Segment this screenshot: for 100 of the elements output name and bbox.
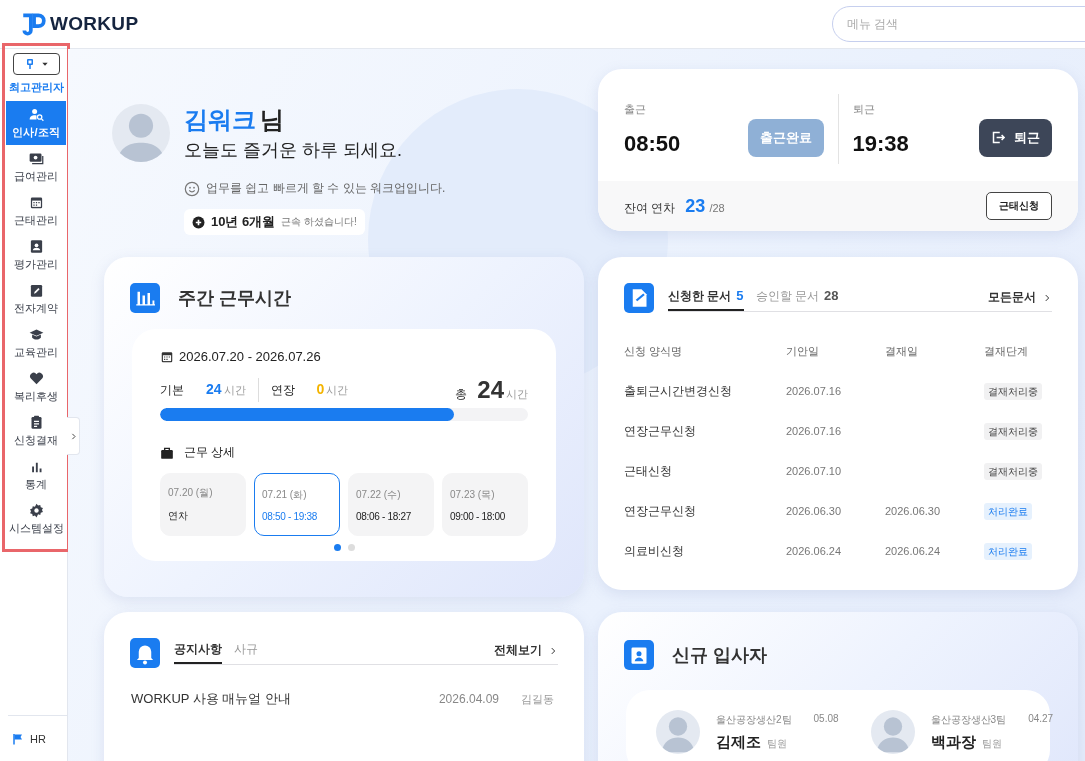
hr-link[interactable]: HR [8, 732, 46, 745]
status-badge: 결재처리중 [984, 462, 1042, 480]
column-header: 기안일 [786, 343, 820, 359]
briefcase-icon [160, 445, 174, 460]
column-header: 결재일 [885, 343, 919, 359]
plus-circle-icon [192, 215, 205, 229]
total-value: 24 [477, 376, 504, 404]
page-dot[interactable] [333, 544, 341, 551]
clock-out-button[interactable]: 퇴근 [979, 118, 1052, 157]
document-pen-icon [624, 283, 654, 313]
stat-unit: 시간 [506, 387, 528, 402]
flag-icon [12, 732, 24, 745]
tab[interactable]: 공지사항 [174, 641, 222, 664]
section-title: 근무 상세 [184, 444, 236, 461]
page-dot[interactable] [347, 544, 355, 551]
nav-item[interactable]: 근태관리 [6, 189, 66, 233]
nav-item[interactable]: 인사/조직 [6, 101, 66, 145]
table-cell-text: 연장근무신청 [624, 502, 697, 520]
bell-icon [130, 638, 160, 668]
status-badge: 처리완료 [984, 502, 1032, 520]
stat-label: 연장 [270, 382, 295, 399]
leave-request-button[interactable]: 근태신청 [986, 192, 1052, 220]
chevron-icon [548, 645, 558, 656]
table-cell-text: 출퇴근시간변경신청 [624, 382, 733, 400]
tenure-text: 10년 6개월 [211, 213, 276, 231]
stat-value: 24 [206, 381, 222, 397]
clock-time: 08:50 [624, 130, 681, 157]
search-field[interactable]: 메뉴 검색 [832, 6, 1085, 42]
badge-icon [28, 238, 44, 254]
employee-name: 백과장 [930, 732, 976, 752]
rank-text: 팀원 [767, 736, 787, 751]
logo-text: WORKUP [50, 13, 139, 35]
table-cell-text: 2026.07.16 [786, 385, 843, 397]
nav-item[interactable]: 복리후생 [6, 365, 66, 409]
nav-item[interactable]: 급여관리 [6, 145, 66, 189]
notice-link[interactable]: WORKUP 사용 매뉴얼 안내 [131, 690, 439, 708]
leave-label: 잔여 연차 [624, 199, 676, 217]
day-tile[interactable]: 07.23 (목) 09:00 - 18:00 [442, 473, 528, 536]
stat-unit: 시간 [326, 383, 349, 398]
table-cell-text: 2026.06.30 [885, 505, 942, 517]
day-tile[interactable]: 07.22 (수) 08:06 - 18:27 [348, 473, 434, 536]
notice-date: 2026.04.09 [438, 692, 499, 706]
view-all-link[interactable]: 모든문서 [988, 289, 1052, 311]
avatar [656, 710, 700, 754]
rank-text: 팀원 [981, 736, 1002, 751]
caret-icon [40, 60, 49, 68]
view-all-link[interactable]: 전체보기 [494, 642, 558, 664]
stat-label: 총 [455, 386, 468, 403]
id-badge-icon [624, 640, 654, 670]
clock-label: 퇴근 [852, 101, 876, 117]
table-cell-text: 근태신청 [624, 462, 673, 480]
table-cell-text: 2026.07.10 [786, 465, 843, 477]
smiley-icon [184, 180, 200, 197]
nav-item[interactable]: 시스템설정 [6, 497, 66, 541]
card-title: 주간 근무시간 [178, 287, 291, 310]
nav-item[interactable]: 전자계약 [6, 277, 66, 321]
heart-icon [28, 370, 44, 386]
day-tile[interactable]: 07.21 (화) 08:50 - 19:38 [254, 473, 340, 536]
role-dropdown[interactable] [12, 53, 60, 75]
stat-value: 0 [316, 381, 325, 397]
table-cell-text: 2026.06.24 [786, 545, 843, 557]
stat-label: 기본 [160, 382, 184, 399]
employee-name: 김제조 [716, 732, 761, 752]
nav-item[interactable]: 평가관리 [6, 233, 66, 277]
person-search-icon [28, 106, 44, 122]
clock-time: 19:38 [852, 130, 909, 157]
column-header: 결재단계 [984, 343, 1029, 359]
date-range: 2026.07.20 - 2026.07.26 [179, 349, 321, 364]
team-name: 울산공장생산3팀 [930, 712, 1007, 727]
nav-item[interactable]: 교육관리 [6, 321, 66, 365]
tab[interactable]: 신청한 문서 5 [668, 288, 744, 311]
clock-label: 출근 [624, 101, 647, 117]
tenure-note: 근속 하셨습니다! [281, 215, 357, 229]
expand-handle[interactable] [67, 417, 80, 455]
stat-unit: 시간 [223, 383, 246, 398]
card-title: 신규 입사자 [672, 644, 767, 667]
clipboard-pen-icon [28, 282, 44, 298]
team-name: 울산공장생산2팀 [716, 712, 792, 727]
table-cell-text: 연장근무신청 [624, 422, 697, 440]
table-cell-text: 2026.06.30 [786, 505, 843, 517]
nav-item[interactable]: 신청결재 [6, 409, 66, 453]
day-tile[interactable]: 07.20 (월) 연차 [160, 473, 246, 536]
join-date: 05.08 [813, 712, 839, 726]
role-label: 최고관리자 [8, 80, 64, 95]
avatar [870, 710, 915, 754]
status-badge: 결재처리중 [984, 382, 1042, 400]
tab[interactable]: 승인할 문서 28 [755, 288, 839, 311]
column-header: 신청 양식명 [624, 343, 684, 359]
join-date: 04.27 [1028, 712, 1054, 726]
calendar-icon [160, 349, 174, 364]
exit-icon [991, 130, 1006, 145]
user-name: 김워크 [184, 105, 256, 135]
nav-item[interactable]: 통계 [6, 453, 66, 497]
honorific-text: 님 [260, 105, 284, 135]
table-cell-text: 2026.07.16 [786, 425, 843, 437]
table-cell-text: 의료비신청 [624, 542, 685, 560]
notice-author: 김길동 [521, 691, 554, 707]
logo-icon [20, 11, 46, 37]
bar-chart-icon [130, 283, 160, 313]
chevron-icon [1042, 292, 1052, 303]
